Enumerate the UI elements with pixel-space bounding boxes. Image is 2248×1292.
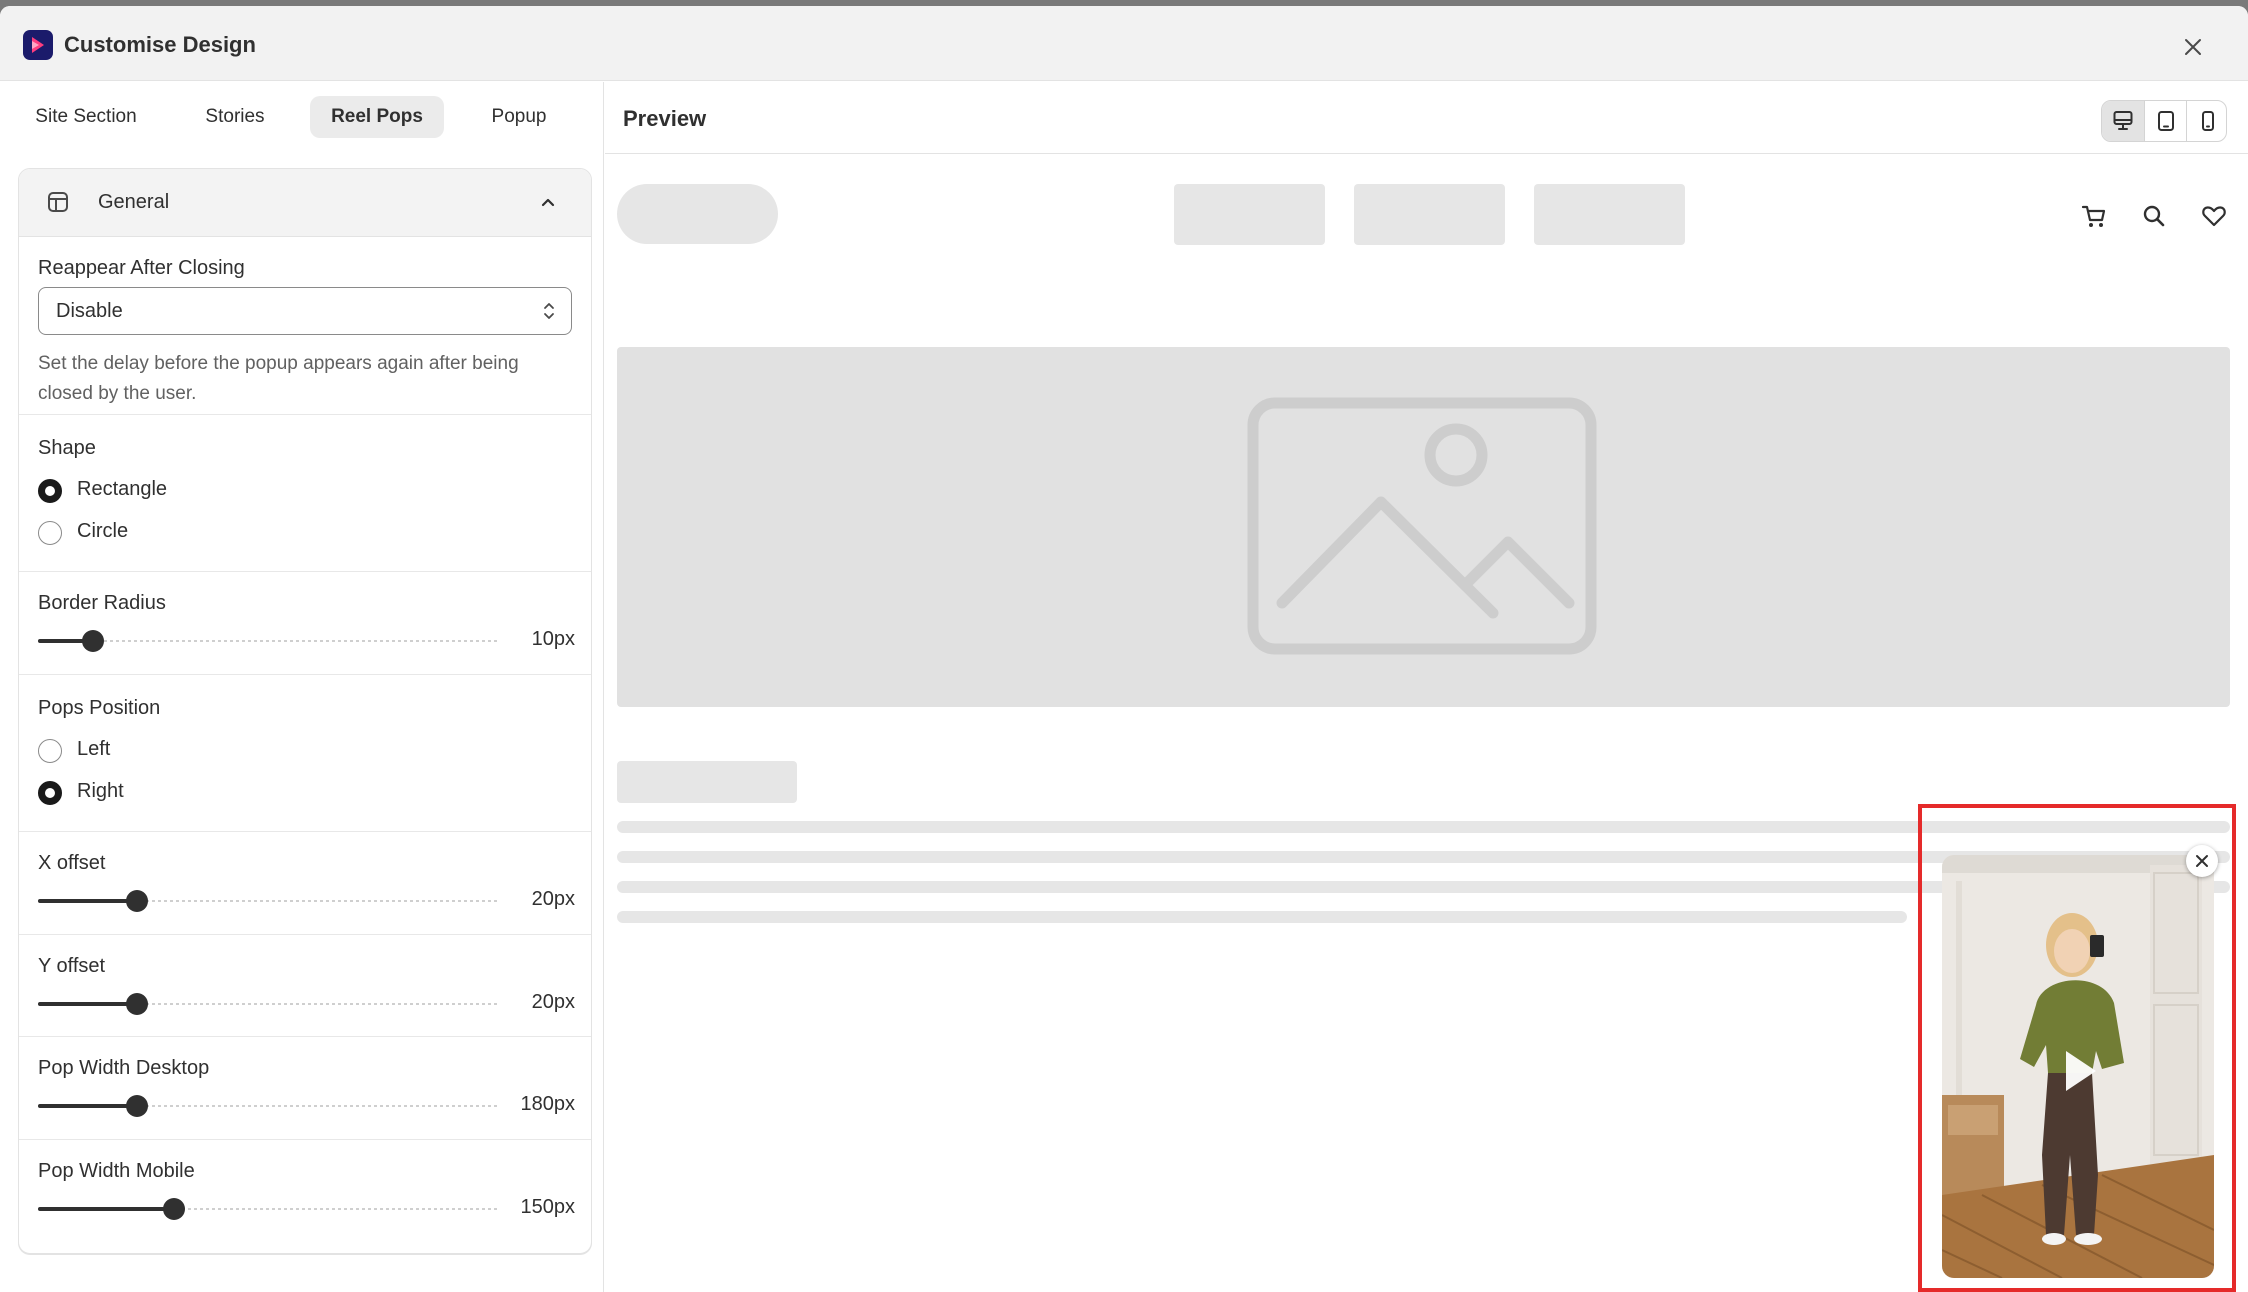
- general-section-header[interactable]: General: [19, 169, 591, 237]
- close-dialog-button[interactable]: [2176, 30, 2210, 64]
- pop-width-mobile-value: 150px: [520, 1196, 576, 1218]
- radio-label: Rectangle: [77, 478, 168, 500]
- x-offset-slider[interactable]: [38, 888, 500, 914]
- desktop-view-button[interactable]: [2102, 101, 2144, 141]
- y-offset-slider[interactable]: [38, 991, 500, 1017]
- reappear-help-text: Set the delay before the popup appears a…: [38, 353, 519, 404]
- reappear-label: Reappear After Closing: [38, 257, 245, 279]
- heart-icon[interactable]: [2200, 202, 2228, 230]
- video-thumbnail: [1942, 855, 2214, 1278]
- cart-icon[interactable]: [2080, 202, 2108, 230]
- text-line-placeholder: [617, 911, 1907, 923]
- mobile-view-button[interactable]: [2186, 101, 2226, 141]
- radio-button[interactable]: [38, 781, 62, 805]
- tab-site-section[interactable]: Site Section: [24, 96, 148, 138]
- nav-placeholder: [1174, 184, 1325, 245]
- slider-thumb[interactable]: [163, 1198, 185, 1220]
- reel-pop-video[interactable]: [1942, 855, 2214, 1278]
- desktop-icon: [2113, 111, 2133, 130]
- general-section-label: General: [98, 191, 170, 213]
- image-placeholder-icon: [1247, 397, 1597, 655]
- tab-stories[interactable]: Stories: [188, 96, 282, 138]
- radio-button[interactable]: [38, 739, 62, 763]
- radio-label: Circle: [77, 520, 129, 542]
- shape-section: Shape Rectangle Circle: [19, 415, 591, 572]
- select-arrows-icon: [544, 303, 554, 319]
- dialog-title: Customise Design: [64, 32, 256, 57]
- close-icon: [2196, 855, 2208, 867]
- pop-width-desktop-section: Pop Width Desktop 180px: [19, 1037, 591, 1140]
- shape-label: Shape: [38, 437, 96, 459]
- slider-thumb[interactable]: [126, 993, 148, 1015]
- pop-width-desktop-label: Pop Width Desktop: [38, 1057, 210, 1079]
- x-offset-section: X offset 20px: [19, 832, 591, 935]
- tab-popup[interactable]: Popup: [472, 96, 566, 138]
- customise-design-dialog: Customise Design Site Section Stories Re…: [0, 6, 2248, 1292]
- pops-position-section: Pops Position Left Right: [19, 675, 591, 832]
- nav-placeholder: [1354, 184, 1505, 245]
- general-settings-card: General Reappear After Closing Disable S…: [18, 168, 592, 1254]
- title-bar: Customise Design: [0, 6, 2248, 81]
- preview-title: Preview: [623, 106, 707, 131]
- radio-button[interactable]: [38, 521, 62, 545]
- radio-label: Left: [77, 738, 111, 760]
- hero-image-placeholder: [617, 347, 2230, 707]
- pop-width-mobile-label: Pop Width Mobile: [38, 1160, 195, 1182]
- reappear-select[interactable]: Disable: [38, 287, 572, 335]
- y-offset-value: 20px: [531, 991, 575, 1013]
- tablet-view-button[interactable]: [2144, 101, 2186, 141]
- reappear-select-value: Disable: [56, 300, 123, 322]
- heading-placeholder: [617, 761, 797, 803]
- y-offset-section: Y offset 20px: [19, 935, 591, 1037]
- x-offset-label: X offset: [38, 852, 106, 874]
- pop-width-desktop-value: 180px: [520, 1093, 576, 1115]
- close-icon: [2185, 39, 2201, 55]
- pop-width-desktop-slider[interactable]: [38, 1093, 500, 1119]
- app-logo-icon: [23, 30, 53, 60]
- search-icon[interactable]: [2140, 202, 2168, 230]
- pop-width-mobile-section: Pop Width Mobile 150px: [19, 1140, 591, 1253]
- border-radius-slider[interactable]: [38, 628, 500, 654]
- border-radius-value: 10px: [531, 628, 575, 650]
- preview-header: Preview: [605, 82, 2248, 154]
- mobile-icon: [2202, 111, 2214, 131]
- border-radius-label: Border Radius: [38, 592, 166, 614]
- logo-placeholder: [617, 184, 778, 244]
- pops-position-label: Pops Position: [38, 697, 161, 719]
- nav-placeholder: [1534, 184, 1685, 245]
- chevron-up-icon: [541, 198, 555, 207]
- slider-thumb[interactable]: [82, 630, 104, 652]
- slider-thumb[interactable]: [126, 890, 148, 912]
- y-offset-label: Y offset: [38, 955, 106, 977]
- radio-button[interactable]: [38, 479, 62, 503]
- border-radius-section: Border Radius 10px: [19, 572, 591, 675]
- tablet-icon: [2158, 111, 2174, 131]
- settings-panel: Site Section Stories Reel Pops Popup Gen…: [0, 82, 604, 1292]
- pop-width-mobile-slider[interactable]: [38, 1196, 500, 1222]
- x-offset-value: 20px: [531, 888, 575, 910]
- tab-reel-pops[interactable]: Reel Pops: [310, 96, 444, 138]
- layout-icon: [48, 192, 68, 212]
- reappear-section: Reappear After Closing Disable Set the d…: [19, 237, 591, 415]
- close-pop-button[interactable]: [2186, 845, 2218, 877]
- device-toggle: [2101, 100, 2227, 142]
- slider-thumb[interactable]: [126, 1095, 148, 1117]
- radio-label: Right: [77, 780, 124, 802]
